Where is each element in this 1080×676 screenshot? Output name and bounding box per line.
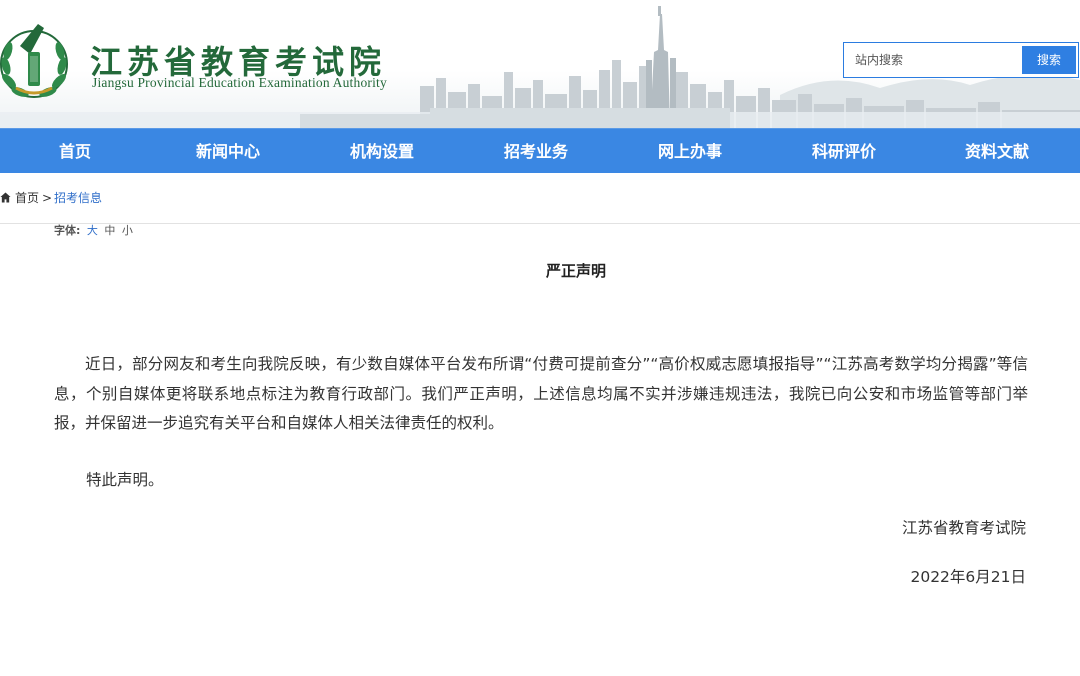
main-nav: 首页 新闻中心 机构设置 招考业务 网上办事 科研评价 资料文献 — [0, 128, 1080, 173]
nav-item-exams[interactable]: 招考业务 — [476, 129, 596, 174]
nav-item-online-services[interactable]: 网上办事 — [630, 129, 750, 174]
breadcrumb-home-link[interactable]: 首页 — [15, 190, 39, 206]
org-name-english: Jiangsu Provincial Education Examination… — [92, 75, 387, 90]
font-size-label: 字体: — [54, 224, 81, 237]
breadcrumb-divider — [0, 223, 1080, 224]
article-title: 严正声明 — [545, 262, 606, 280]
article-paragraph: 特此声明。 — [86, 471, 164, 489]
search-input[interactable] — [844, 43, 1020, 77]
breadcrumb-separator: > — [42, 191, 53, 205]
breadcrumb-current-link[interactable]: 招考信息 — [54, 190, 102, 206]
article-signature: 江苏省教育考试院 — [901, 519, 1026, 537]
search-box: 搜索 — [843, 42, 1079, 78]
nav-item-research[interactable]: 科研评价 — [784, 129, 904, 174]
nav-item-home[interactable]: 首页 — [15, 129, 135, 174]
font-size-selector: 字体: 大 中 小 — [54, 224, 133, 238]
site-header: 江苏省教育考试院 Jiangsu Provincial Education Ex… — [0, 0, 1080, 128]
font-size-large[interactable]: 大 — [87, 224, 98, 237]
nav-item-documents[interactable]: 资料文献 — [937, 129, 1057, 174]
emblem-icon — [0, 24, 68, 98]
nav-item-news[interactable]: 新闻中心 — [168, 129, 288, 174]
font-size-medium[interactable]: 中 — [104, 224, 115, 237]
home-icon — [0, 192, 11, 203]
search-button[interactable]: 搜索 — [1022, 46, 1076, 74]
font-size-small[interactable]: 小 — [122, 224, 133, 237]
article-date: 2022年6月21日 — [910, 568, 1026, 586]
nav-item-organization[interactable]: 机构设置 — [322, 129, 442, 174]
article-body: 近日，部分网友和考生向我院反映，有少数自媒体平台发布所谓“付费可提前查分”“高价… — [54, 350, 1028, 439]
article-paragraph: 近日，部分网友和考生向我院反映，有少数自媒体平台发布所谓“付费可提前查分”“高价… — [54, 355, 1028, 432]
